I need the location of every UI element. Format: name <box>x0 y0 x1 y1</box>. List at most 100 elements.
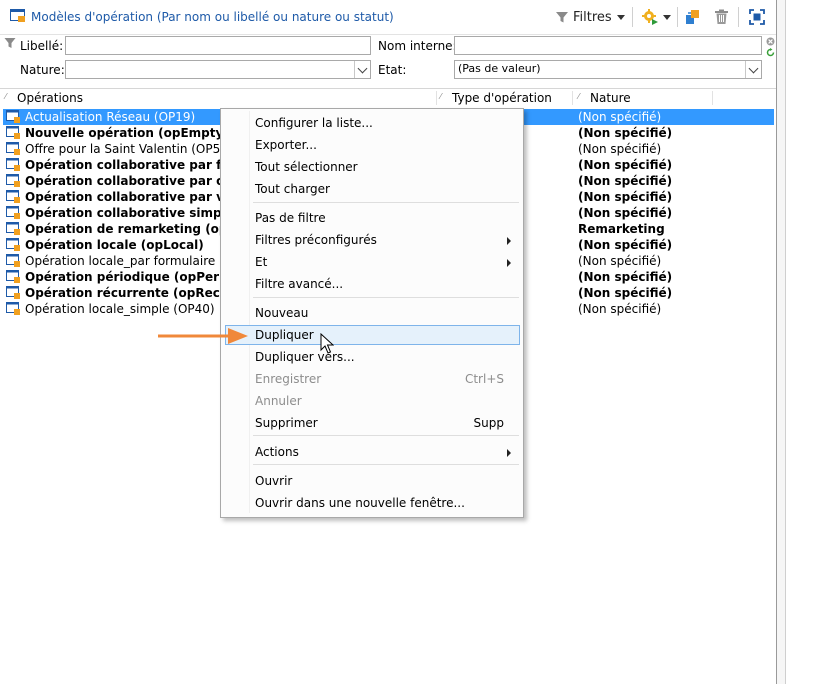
menu-item-exporter[interactable]: Exporter... <box>225 135 520 155</box>
menu-item-label: Annuler <box>255 394 302 408</box>
operation-templates-icon <box>10 9 25 22</box>
menu-separator <box>253 297 519 298</box>
menu-item-nouveau[interactable]: Nouveau <box>225 303 520 323</box>
nom-interne-label: Nom interne: <box>378 39 457 53</box>
funnel-icon <box>4 38 16 48</box>
operation-icon <box>6 158 20 171</box>
menu-item-label: Dupliquer <box>255 328 314 342</box>
window-edge <box>777 0 786 684</box>
menu-item-label: Actions <box>255 445 299 459</box>
menu-item-label: Configurer la liste... <box>255 116 373 130</box>
operation-icon <box>6 174 20 187</box>
filters-button[interactable]: Filtres <box>555 6 612 28</box>
menu-item-supprimer[interactable]: Supprimer Supp <box>225 413 520 433</box>
menu-item-label: Nouveau <box>255 306 309 320</box>
operation-nature: (Non spécifié) <box>578 270 673 284</box>
operation-icon <box>6 254 20 267</box>
submenu-arrow-icon <box>507 237 511 245</box>
menu-item-label: Ouvrir <box>255 474 293 488</box>
libelle-label: Libellé: <box>20 39 64 53</box>
operation-nature: (Non spécifié) <box>578 238 673 252</box>
nature-dropdown-button[interactable] <box>354 61 370 78</box>
menu-item-enregistrer[interactable]: Enregistrer Ctrl+S <box>225 369 520 389</box>
move-to-folder-button[interactable] <box>685 6 701 28</box>
libelle-input[interactable] <box>65 36 371 55</box>
toolbar-separator <box>738 7 739 27</box>
menu-item-filtres-préconfigurés[interactable]: Filtres préconfigurés <box>225 230 520 250</box>
menu-item-dupliquer[interactable]: Dupliquer <box>225 325 520 345</box>
menu-item-label: Filtres préconfigurés <box>255 233 377 247</box>
operation-nature: Remarketing <box>578 222 665 236</box>
operation-icon <box>6 222 20 235</box>
etat-dropdown-button[interactable] <box>745 61 761 78</box>
chevron-down-icon <box>748 63 759 73</box>
menu-item-tout-sélectionner[interactable]: Tout sélectionner <box>225 157 520 177</box>
etat-label: Etat: <box>378 63 407 77</box>
operation-icon <box>6 238 20 251</box>
menu-item-ouvrir[interactable]: Ouvrir <box>225 471 520 491</box>
operation-nature: (Non spécifié) <box>578 158 673 172</box>
operation-icon <box>6 126 20 139</box>
operation-name: Offre pour la Saint Valentin (OP58) <box>25 142 233 156</box>
delete-button[interactable] <box>714 6 729 28</box>
operation-icon <box>6 110 20 123</box>
operation-nature: (Non spécifié) <box>578 110 662 124</box>
maximize-button[interactable] <box>749 6 765 28</box>
menu-separator <box>253 435 519 436</box>
submenu-arrow-icon <box>507 449 511 457</box>
menu-item-pas-de-filtre[interactable]: Pas de filtre <box>225 208 520 228</box>
fullscreen-icon <box>749 9 765 25</box>
sort-icon: ⁄ <box>5 92 7 101</box>
operation-nature: (Non spécifié) <box>578 302 662 316</box>
menu-item-label: Tout sélectionner <box>255 160 358 174</box>
page-title: Modèles d'opération (Par nom ou libellé … <box>31 10 394 24</box>
operation-nature: (Non spécifié) <box>578 142 662 156</box>
menu-item-annuler[interactable]: Annuler <box>225 391 520 411</box>
etat-select-value: (Pas de valeur) <box>458 62 541 75</box>
operation-nature: (Non spécifié) <box>578 206 673 220</box>
refresh-icon[interactable] <box>766 48 775 57</box>
operation-icon <box>6 142 20 155</box>
annotation-arrow-icon <box>158 328 248 344</box>
menu-item-shortcut: Supp <box>473 416 504 430</box>
menu-item-ouvrir-dans-une-nouvelle-fenêtre[interactable]: Ouvrir dans une nouvelle fenêtre... <box>225 493 520 513</box>
operation-nature: (Non spécifié) <box>578 254 662 268</box>
menu-item-dupliquer-vers[interactable]: Dupliquer vers... <box>225 347 520 367</box>
trash-icon <box>715 9 728 24</box>
header-bar: Modèles d'opération (Par nom ou libellé … <box>0 0 776 35</box>
operation-icon <box>6 190 20 203</box>
menu-item-label: Tout charger <box>255 182 330 196</box>
menu-item-label: Filtre avancé... <box>255 277 344 291</box>
gear-play-icon <box>642 9 658 25</box>
nom-interne-input[interactable] <box>454 36 762 55</box>
chevron-down-icon <box>617 14 625 20</box>
workflow-actions-button[interactable] <box>641 6 659 28</box>
workflow-actions-dropdown-arrow[interactable] <box>663 6 671 28</box>
clear-filter-icon[interactable] <box>766 37 775 46</box>
operation-name: Opération locale_simple (OP40) <box>25 302 215 316</box>
menu-item-et[interactable]: Et <box>225 252 520 272</box>
submenu-arrow-icon <box>507 259 511 267</box>
menu-item-label: Pas de filtre <box>255 211 326 225</box>
operation-name: Opération locale (opLocal) <box>25 238 204 252</box>
menu-separator <box>253 464 519 465</box>
column-header-operations[interactable]: Opérations <box>17 91 83 109</box>
menu-item-filtre-avancé[interactable]: Filtre avancé... <box>225 274 520 294</box>
filters-dropdown-arrow[interactable] <box>617 6 625 28</box>
nature-select[interactable] <box>65 60 371 79</box>
operation-icon <box>6 270 20 283</box>
menu-item-tout-charger[interactable]: Tout charger <box>225 179 520 199</box>
menu-item-label: Enregistrer <box>255 372 322 386</box>
menu-item-label: Ouvrir dans une nouvelle fenêtre... <box>255 496 465 510</box>
menu-item-label: Supprimer <box>255 416 318 430</box>
operation-nature: (Non spécifié) <box>578 286 673 300</box>
operation-icon <box>6 302 20 315</box>
etat-select[interactable]: (Pas de valeur) <box>454 60 762 79</box>
nature-label: Nature: <box>20 63 65 77</box>
column-header-type[interactable]: Type d'opération <box>452 91 552 109</box>
column-header-nature[interactable]: Nature <box>590 91 631 109</box>
column-separator <box>712 91 713 105</box>
menu-item-configurer-la-liste[interactable]: Configurer la liste... <box>225 113 520 133</box>
menu-item-actions[interactable]: Actions <box>225 442 520 462</box>
column-separator <box>572 91 573 105</box>
